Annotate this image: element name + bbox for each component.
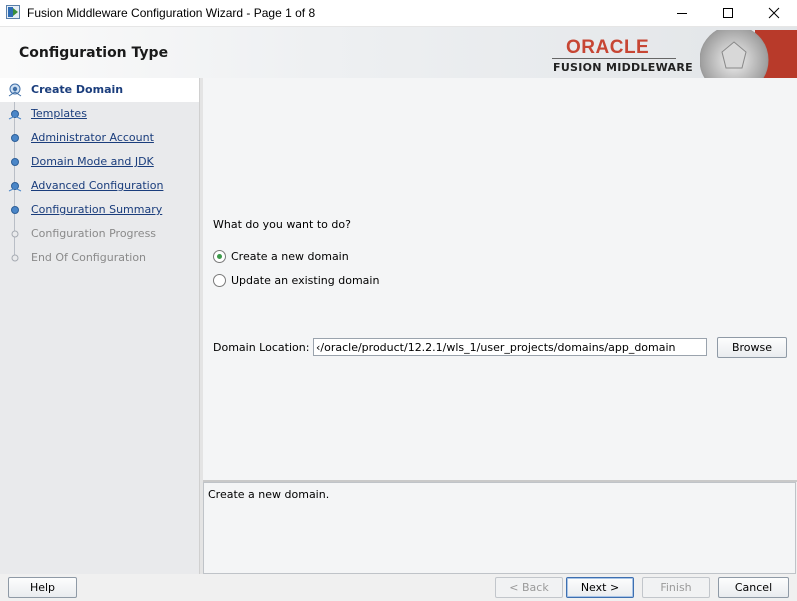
step-administrator-account[interactable]: Administrator Account: [0, 126, 199, 150]
back-label: < Back: [509, 581, 549, 594]
maximize-icon: [723, 8, 733, 18]
update-domain-radio[interactable]: [213, 273, 226, 287]
step-advanced-configuration[interactable]: Advanced Configuration: [0, 174, 199, 198]
browse-button[interactable]: Browse: [717, 337, 787, 358]
close-button[interactable]: [751, 0, 797, 26]
step-node-disabled-icon: [11, 254, 19, 262]
current-step-icon: [8, 83, 22, 97]
step-label: Configuration Progress: [31, 227, 157, 240]
step-domain-mode-jdk[interactable]: Domain Mode and JDK: [0, 150, 199, 174]
step-label: Configuration Summary: [31, 203, 163, 216]
step-label: Administrator Account: [31, 131, 154, 144]
question-label: What do you want to do?: [213, 218, 351, 231]
minimize-button[interactable]: [659, 0, 705, 26]
create-domain-label: Create a new domain: [231, 249, 349, 263]
step-create-domain[interactable]: Create Domain: [0, 78, 199, 102]
next-button[interactable]: Next >: [566, 577, 634, 598]
step-node-icon: [11, 134, 19, 142]
page-title: Configuration Type: [19, 45, 169, 61]
next-label: Next >: [580, 581, 620, 594]
create-domain-radio[interactable]: [213, 249, 226, 263]
oracle-logo: ORACLE FUSION MIDDLEWARE: [552, 36, 693, 74]
fusion-emblem: [700, 30, 797, 78]
help-label: Help: [29, 581, 56, 594]
step-node-icon: [8, 110, 22, 120]
description-text: Create a new domain.: [208, 488, 330, 501]
app-icon: [6, 5, 20, 19]
step-label: Templates: [31, 107, 87, 120]
browse-label: Browse: [731, 341, 773, 354]
minimize-icon: [677, 13, 687, 14]
description-panel: Create a new domain.: [203, 482, 796, 574]
step-configuration-progress: Configuration Progress: [0, 222, 199, 246]
cancel-button[interactable]: Cancel: [718, 577, 789, 598]
step-label: Advanced Configuration: [31, 179, 164, 192]
domain-location-label: Domain Location:: [213, 341, 310, 354]
update-domain-label: Update an existing domain: [231, 273, 380, 287]
cancel-label: Cancel: [734, 581, 773, 594]
step-label: End Of Configuration: [31, 251, 147, 264]
step-configuration-summary[interactable]: Configuration Summary: [0, 198, 199, 222]
step-node-disabled-icon: [11, 230, 19, 238]
finish-label: Finish: [660, 581, 692, 594]
logo-sub-text: FUSION MIDDLEWARE: [553, 61, 693, 74]
maximize-button[interactable]: [705, 0, 751, 26]
domain-location-input[interactable]: [313, 338, 707, 356]
step-node-icon: [11, 158, 19, 166]
close-icon: [768, 7, 780, 19]
logo-oracle-text: ORACLE: [566, 37, 650, 58]
step-label: Create Domain: [31, 83, 124, 96]
step-end-of-configuration: End Of Configuration: [0, 246, 199, 270]
window-title: Fusion Middleware Configuration Wizard -…: [27, 6, 316, 20]
help-button[interactable]: Help: [8, 577, 77, 598]
update-domain-option[interactable]: Update an existing domain: [213, 272, 379, 288]
create-domain-option[interactable]: Create a new domain: [213, 248, 349, 264]
step-node-icon: [8, 182, 22, 192]
back-button[interactable]: < Back: [495, 577, 563, 598]
step-templates[interactable]: Templates: [0, 102, 199, 126]
logo-rule: [552, 58, 676, 59]
step-node-icon: [11, 206, 19, 214]
finish-button[interactable]: Finish: [642, 577, 710, 598]
window-titlebar: Fusion Middleware Configuration Wizard -…: [0, 0, 797, 27]
page-header: Configuration Type ORACLE FUSION MIDDLEW…: [0, 27, 797, 78]
step-label: Domain Mode and JDK: [31, 155, 154, 168]
